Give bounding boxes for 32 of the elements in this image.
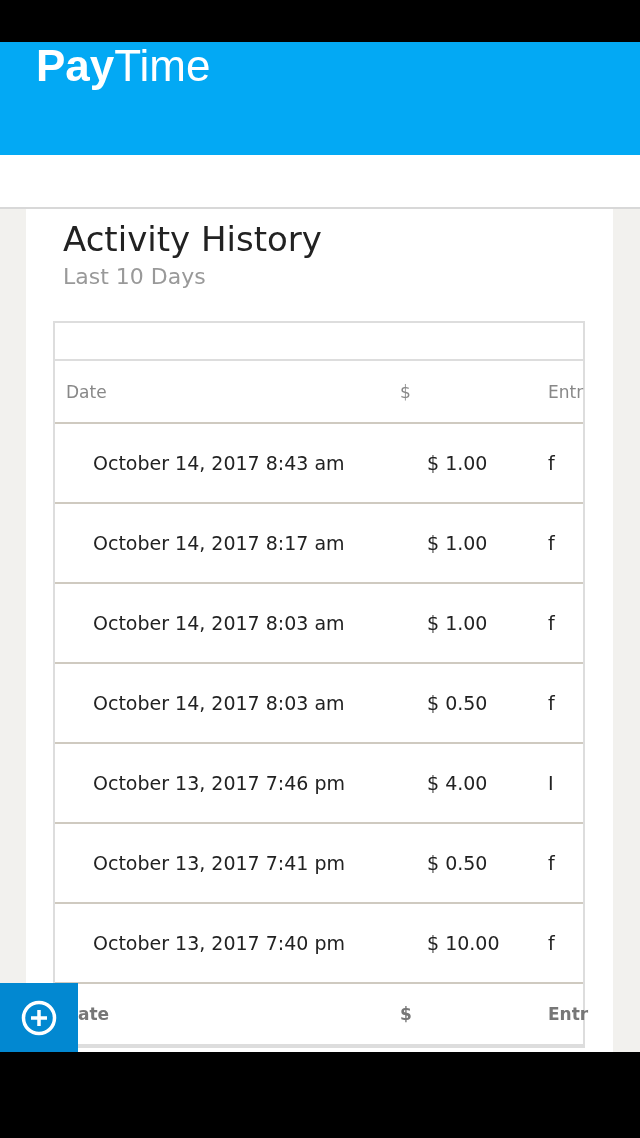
- table-cell-text: f: [548, 852, 556, 874]
- add-button[interactable]: [0, 983, 78, 1052]
- table-cell-text: f: [548, 612, 556, 634]
- column-header: Entr: [548, 381, 584, 402]
- table-cell-text: October 13, 2017 7:46 pm: [92, 772, 346, 794]
- table-cell-text: October 14, 2017 8:03 am: [92, 612, 346, 634]
- table-cell-text: f: [548, 932, 556, 954]
- column-footer: ate: [55, 1004, 400, 1024]
- column-footer: Entr: [548, 1004, 589, 1024]
- column-header: Date: [65, 381, 108, 402]
- table-cell-text: October 13, 2017 7:40 pm: [92, 932, 346, 954]
- column-footer: $: [400, 1004, 548, 1024]
- table-cell-text: $ 10.00: [426, 932, 501, 954]
- plus-circle-icon: [21, 999, 57, 1036]
- table-cell-text: I: [548, 772, 555, 794]
- column-header: $: [400, 381, 412, 402]
- table-cell-text: October 14, 2017 8:43 am: [92, 452, 346, 474]
- app-logo: PayTime: [36, 42, 211, 90]
- table-cell-text: $ 1.00: [426, 532, 489, 554]
- table-cell-text: f: [548, 452, 556, 474]
- table-cell-text: $ 0.50: [426, 852, 489, 874]
- table-cell-text: $ 1.00: [426, 452, 489, 474]
- table-cell-text: October 13, 2017 7:41 pm: [92, 852, 346, 874]
- table-cell-text: f: [548, 692, 556, 714]
- table-cell-text: October 14, 2017 8:17 am: [92, 532, 346, 554]
- table-cell-text: $ 1.00: [426, 612, 489, 634]
- table-cell-text: $ 0.50: [426, 692, 489, 714]
- table-cell-text: $ 4.00: [426, 772, 489, 794]
- table-cell-text: f: [548, 532, 556, 554]
- card-title: Activity History: [63, 218, 322, 261]
- card-subtitle: Last 10 Days: [63, 263, 206, 291]
- table-cell-text: October 14, 2017 8:03 am: [92, 692, 346, 714]
